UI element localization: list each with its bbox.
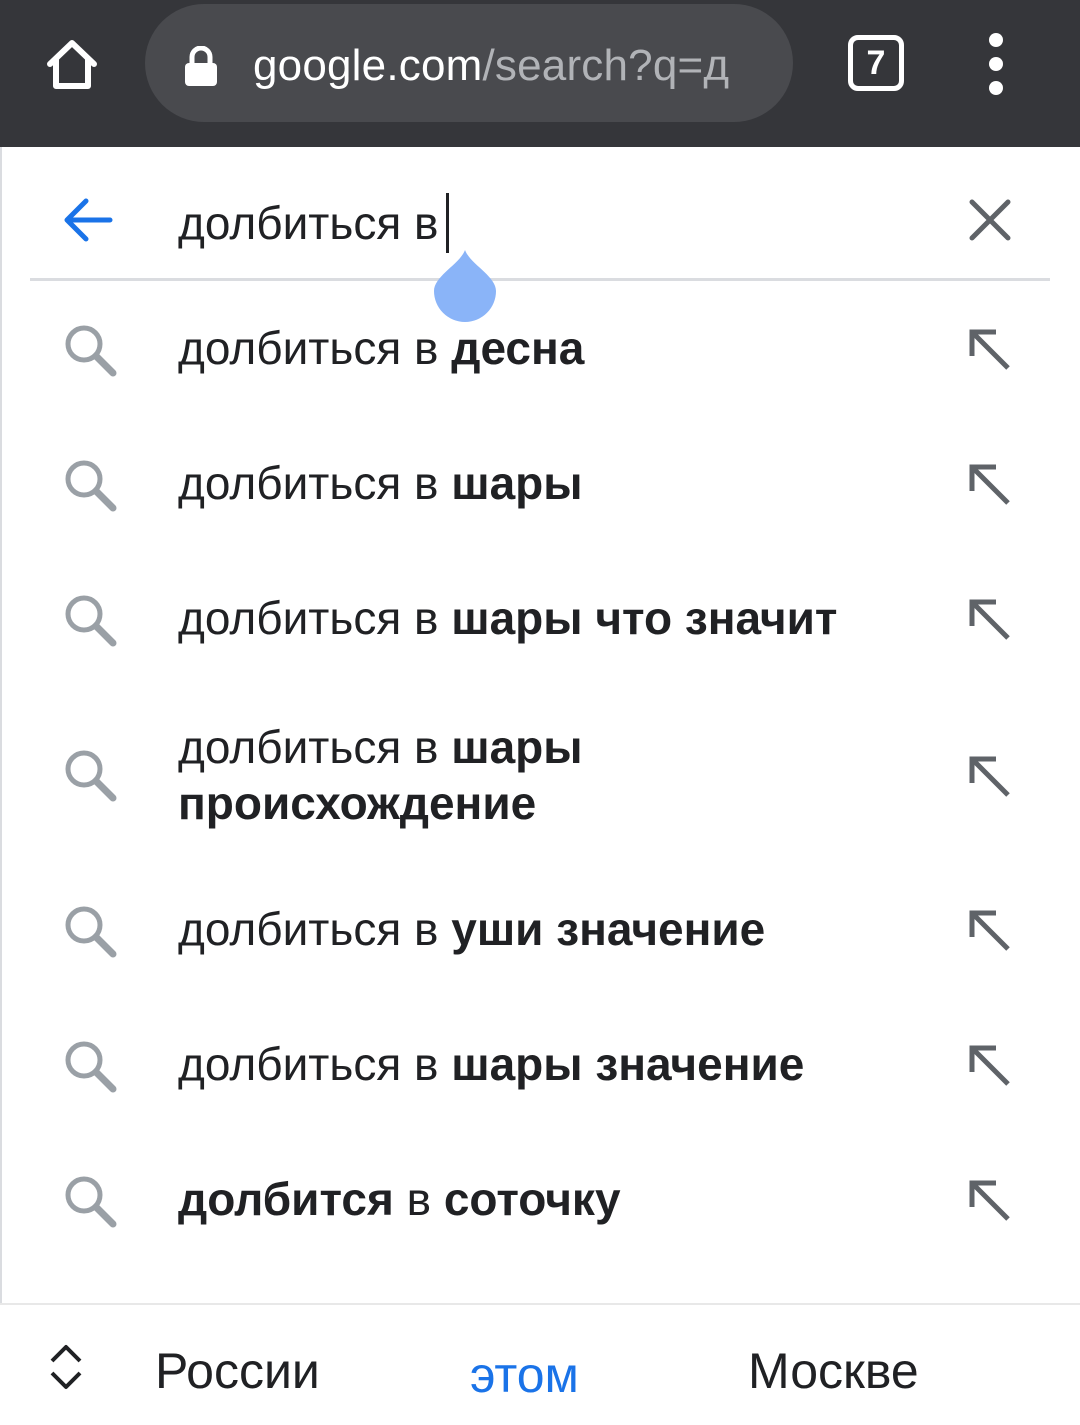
suggestion-plain: долбиться в bbox=[178, 1038, 439, 1090]
fill-query-arrow-icon[interactable] bbox=[962, 903, 1018, 959]
search-icon bbox=[65, 750, 117, 802]
suggestion-item[interactable]: долбиться в уши значение bbox=[0, 881, 1080, 981]
search-icon bbox=[65, 1041, 117, 1093]
fill-query-arrow-icon[interactable] bbox=[962, 592, 1018, 648]
suggestion-text: долбиться в уши значение bbox=[178, 901, 908, 957]
expand-icon[interactable] bbox=[44, 1339, 88, 1395]
suggestion-item[interactable]: долбиться в шары происхождение bbox=[0, 705, 1080, 855]
search-icon bbox=[65, 595, 117, 647]
suggestion-plain: в bbox=[406, 1173, 432, 1225]
suggestion-item[interactable]: долбиться в десна bbox=[0, 300, 1080, 400]
suggestion-plain: долбиться в bbox=[178, 457, 439, 509]
keyboard-word-1[interactable]: России bbox=[155, 1341, 320, 1401]
url-host: google.com bbox=[253, 41, 483, 90]
url-text: google.com/search?q=д bbox=[253, 38, 729, 94]
tab-count: 7 bbox=[866, 43, 886, 82]
home-icon bbox=[47, 40, 97, 89]
suggestion-plain: долбиться в bbox=[178, 592, 439, 644]
suggestion-text: долбиться в шары происхождение bbox=[178, 719, 678, 831]
clear-icon[interactable] bbox=[966, 196, 1014, 244]
suggestion-text: долбиться в десна bbox=[178, 320, 908, 376]
suggestion-plain: долбиться в bbox=[178, 903, 439, 955]
suggestion-item[interactable]: долбиться в шары что значит bbox=[0, 570, 1080, 670]
back-arrow-icon[interactable] bbox=[58, 190, 118, 250]
search-icon bbox=[65, 1176, 117, 1228]
address-bar[interactable]: google.com/search?q=д bbox=[145, 4, 793, 122]
suggestion-item[interactable]: долбится в соточку bbox=[0, 1151, 1080, 1251]
fill-query-arrow-icon[interactable] bbox=[962, 322, 1018, 378]
suggestion-plain: долбиться в bbox=[178, 721, 439, 773]
fill-query-arrow-icon[interactable] bbox=[962, 457, 1018, 513]
suggestion-bold: шары bbox=[451, 457, 583, 509]
fill-query-arrow-icon[interactable] bbox=[962, 749, 1018, 805]
suggestion-item[interactable]: долбиться в шары bbox=[0, 435, 1080, 535]
keyboard-word-3[interactable]: Москве bbox=[748, 1341, 919, 1401]
suggestion-bold-start: долбится bbox=[178, 1173, 394, 1225]
fill-query-arrow-icon[interactable] bbox=[962, 1038, 1018, 1094]
suggestion-bold: десна bbox=[451, 322, 585, 374]
tabs-button[interactable]: 7 bbox=[848, 35, 904, 91]
search-box: долбиться в bbox=[0, 147, 1080, 281]
search-icon bbox=[65, 906, 117, 958]
suggestion-bold: шары значение bbox=[451, 1038, 805, 1090]
suggestion-item[interactable]: долбиться в шары значение bbox=[0, 1016, 1080, 1116]
suggestion-bold: шары что значит bbox=[451, 592, 838, 644]
suggestion-bold: соточку bbox=[443, 1173, 621, 1225]
suggestion-bold: уши значение bbox=[451, 903, 766, 955]
suggestion-text: долбиться в шары значение bbox=[178, 1036, 908, 1092]
search-input[interactable]: долбиться в bbox=[178, 193, 450, 253]
suggestion-text: долбится в соточку bbox=[178, 1171, 908, 1227]
home-button[interactable] bbox=[36, 28, 108, 100]
fill-query-arrow-icon[interactable] bbox=[962, 1173, 1018, 1229]
search-icon bbox=[65, 325, 117, 377]
suggestion-text: долбиться в шары bbox=[178, 455, 908, 511]
query-text: долбиться в bbox=[178, 197, 439, 249]
url-path: /search?q=д bbox=[482, 41, 730, 90]
search-divider bbox=[30, 278, 1050, 281]
keyboard-word-2[interactable]: этом bbox=[470, 1345, 579, 1405]
suggestion-text: долбиться в шары что значит bbox=[178, 590, 908, 646]
lock-icon bbox=[185, 46, 217, 86]
search-icon bbox=[65, 460, 117, 512]
text-cursor bbox=[446, 193, 450, 253]
browser-toolbar: google.com/search?q=д 7 bbox=[0, 0, 1080, 147]
keyboard-suggestion-strip: России этом Москве bbox=[0, 1303, 1080, 1425]
more-vert-icon[interactable] bbox=[972, 28, 1020, 100]
suggestion-plain: долбиться в bbox=[178, 322, 439, 374]
